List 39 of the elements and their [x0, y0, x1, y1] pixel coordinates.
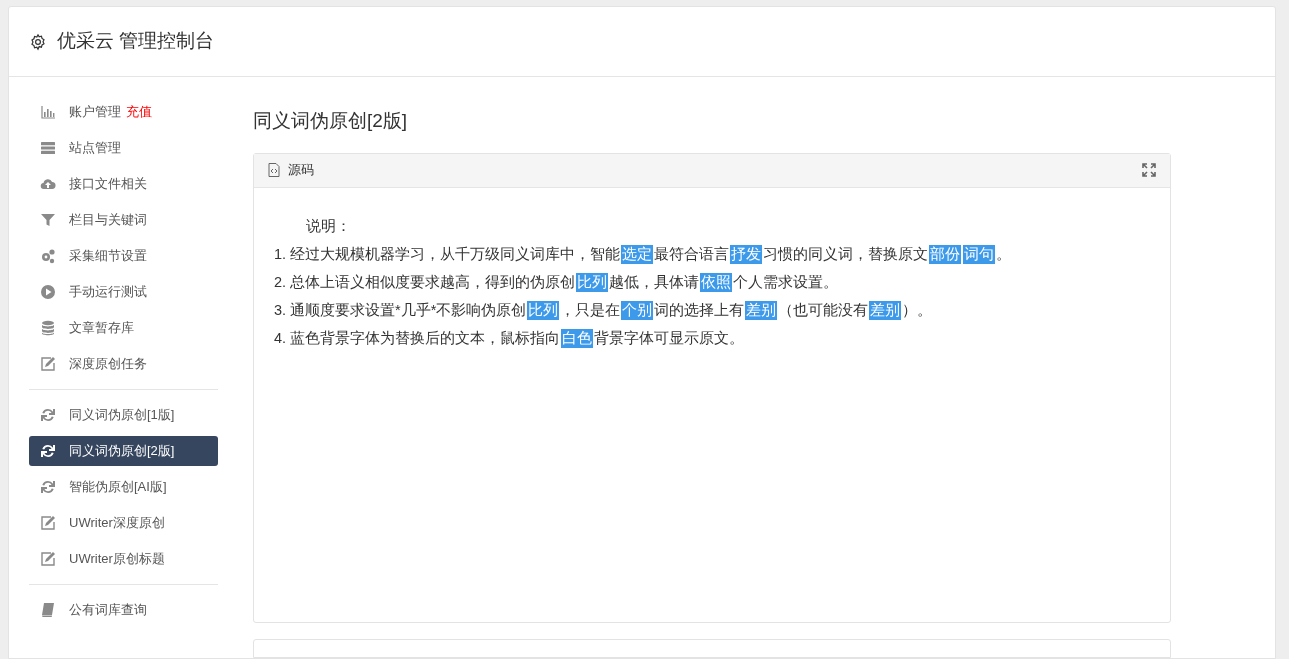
sidebar-item[interactable]: 栏目与关键词 [29, 205, 218, 235]
edit-icon [40, 356, 56, 372]
sidebar-item[interactable]: 同义词伪原创[1版] [29, 400, 218, 430]
sidebar-item[interactable]: 手动运行测试 [29, 277, 218, 307]
server-icon [40, 140, 56, 156]
description-heading: 说明： [305, 216, 352, 236]
settings-icon [29, 32, 47, 51]
refresh-icon [40, 407, 56, 423]
refresh-icon [40, 443, 56, 459]
refresh-icon [40, 479, 56, 495]
description-line: 2. 总体上语义相似度要求越高，得到的伪原创 比列 越低，具体请依照 个人需求设置。 [274, 271, 840, 294]
sidebar-item[interactable]: 接口文件相关 [29, 169, 218, 199]
sidebar-item[interactable]: 账户管理 充值 [29, 97, 218, 127]
edit-icon [40, 551, 56, 567]
play-icon [40, 284, 56, 300]
sidebar-item[interactable]: 文章暂存库 [29, 313, 218, 343]
sidebar-item[interactable]: 深度原创任务 [29, 349, 218, 379]
description-line: 3. 通顺度要求设置*几乎*不影响伪原创 比列，只是在个别 词的选择上有差别（也可能没有差别）。 [274, 299, 934, 322]
sidebar-item[interactable]: 同义词伪原创[2版] [29, 436, 218, 466]
page-title: 同义词伪原创[2版] [253, 109, 409, 133]
code-file-icon [268, 163, 280, 177]
sidebar-item[interactable]: UWriter原创标题 [29, 544, 218, 574]
sidebar-item[interactable]: 智能伪原创[AI版] [29, 472, 218, 502]
sidebar-item[interactable]: UWriter深度原创 [29, 508, 218, 538]
edit-icon [40, 515, 56, 531]
database-icon [40, 320, 56, 336]
recharge-link[interactable]: 充值 [126, 102, 152, 122]
sidebar-item[interactable]: 公有词库查询 [29, 595, 218, 625]
sidebar-item[interactable]: 站点管理 [29, 133, 218, 163]
sidebar-item[interactable]: 采集细节设置 [29, 241, 218, 271]
console-title: 优采云 管理控制台 [57, 29, 215, 54]
fullscreen-icon[interactable] [1142, 163, 1156, 177]
bar-chart-icon [40, 104, 56, 120]
description-line: 4. 蓝色背景字体为替换后的文本，鼠标指向 白色背景字体可显示原文。 [274, 327, 746, 350]
filter-icon [40, 212, 56, 228]
cloud-upload-icon [40, 176, 56, 192]
panel-title: 源码 [288, 161, 315, 180]
description-line: 1. 经过大规模机器学习，从千万级同义词库中，智能选定 最符合语言抒发 习惯的同义词，替换原文 部份 词句。 [274, 243, 1013, 266]
book-icon [40, 602, 56, 618]
